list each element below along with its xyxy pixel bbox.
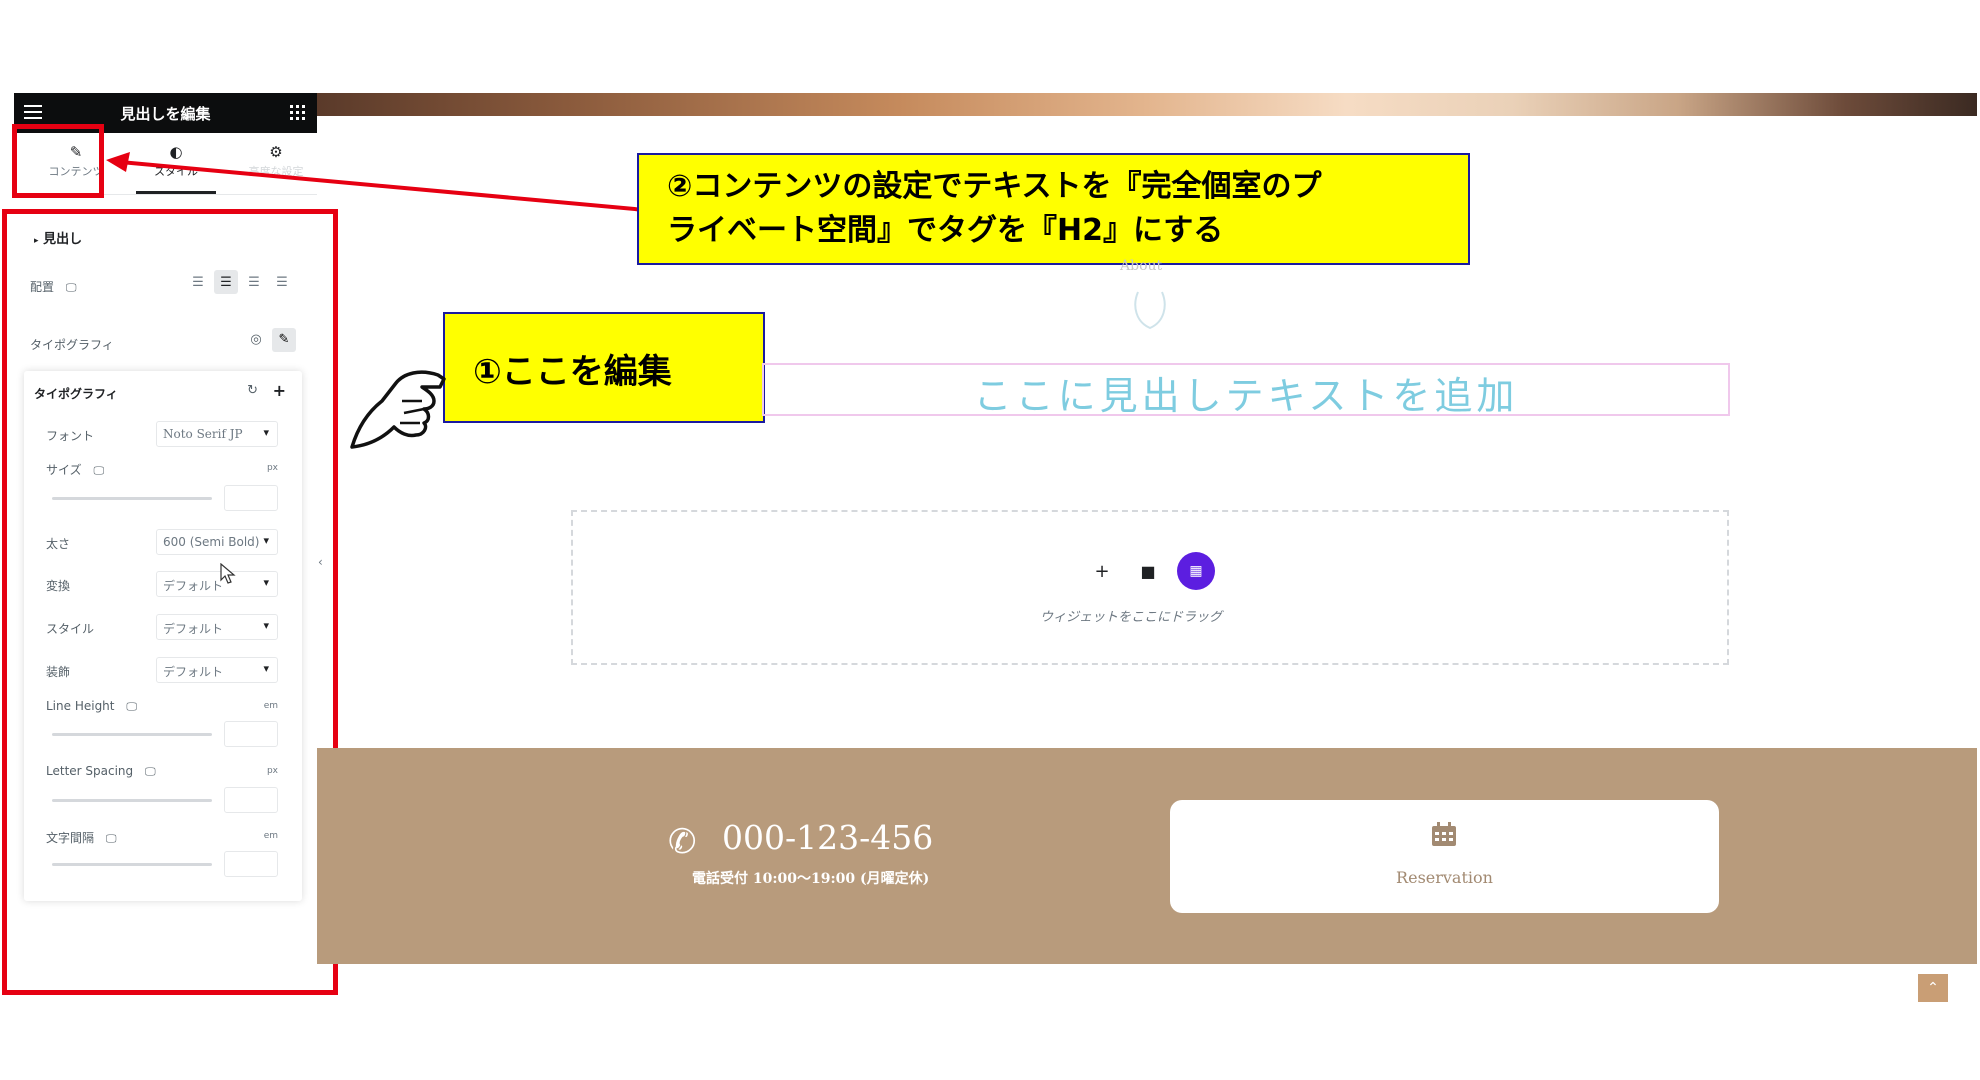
folder-icon[interactable]: ■ (1129, 552, 1167, 590)
highlight-editor-panel (2, 209, 338, 995)
dropzone-hint: ウィジェットをここにドラッグ (1040, 610, 1223, 625)
red-arrow-icon (106, 152, 646, 212)
footer-contact-band (317, 748, 1977, 964)
heading-widget-text[interactable]: ここに見出しテキストを追加 (762, 365, 1730, 420)
back-to-top-chevron-icon[interactable]: ⌃ (1918, 974, 1948, 1002)
phone-icon: ✆ (668, 822, 697, 862)
editor-title: 見出しを編集 (120, 104, 211, 123)
widget-dropzone[interactable]: + ■ ▦ (571, 510, 1729, 665)
calendar-icon (1432, 822, 1456, 846)
pointing-hand-icon (350, 370, 446, 449)
reservation-label: Reservation (1396, 868, 1493, 887)
add-section-plus-icon[interactable]: + (1083, 552, 1121, 590)
highlight-content-tab (12, 124, 104, 198)
templates-grid-icon[interactable]: ▦ (1177, 552, 1215, 590)
widgets-grid-icon[interactable] (290, 105, 305, 120)
annotation-note-2: ②コンテンツの設定でテキストを『完全個室のプ ライベート空間』でタグを『H2』に… (637, 153, 1470, 265)
hero-image-strip (317, 93, 1977, 116)
reservation-button[interactable]: Reservation (1170, 800, 1719, 913)
about-label: About (1120, 258, 1163, 274)
annotation-note-2-line2: ライベート空間』でタグを『H2』にする (667, 213, 1224, 248)
annotation-note-1: ①ここを編集 (443, 312, 765, 423)
phone-hours: 電話受付 10:00〜19:00 (月曜定休) (692, 871, 930, 887)
ornament-icon (1134, 291, 1166, 330)
phone-number[interactable]: 000-123-456 (722, 818, 933, 857)
annotation-note-2-line1: ②コンテンツの設定でテキストを『完全個室のプ (667, 169, 1322, 204)
